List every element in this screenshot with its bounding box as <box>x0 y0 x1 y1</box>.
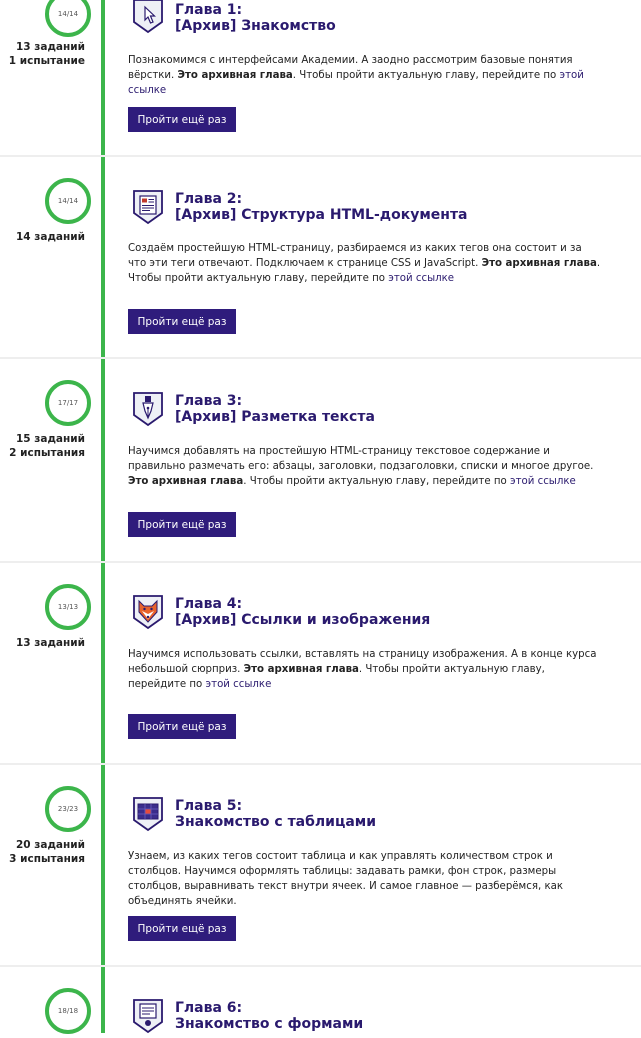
progress-circle: 14/14 <box>45 178 91 224</box>
chapter-number: Глава 3: <box>175 393 243 409</box>
chapter-divider <box>0 763 641 765</box>
archive-notice: Это архивная глава <box>128 476 244 487</box>
chapter-number: Глава 6: <box>175 1000 243 1016</box>
retry-button[interactable]: Пройти ещё раз <box>128 916 236 941</box>
progress-label: 14/14 <box>57 197 79 205</box>
chapter-name: Знакомство с таблицами <box>175 814 377 830</box>
chapter-title: Глава 1: [Архив] Знакомство <box>175 2 615 34</box>
progress-circle: 14/14 <box>45 0 91 37</box>
chapter-title: Глава 2: [Архив] Структура HTML-документ… <box>175 191 615 223</box>
archive-notice: Это архивная глава <box>481 258 597 269</box>
tests-label: 3 испытания <box>9 853 85 865</box>
chapter-number: Глава 4: <box>175 596 243 612</box>
description-text: Научимся добавлять на простейшую HTML-ст… <box>128 446 594 472</box>
archive-text: . Чтобы пройти актуальную главу, перейди… <box>292 70 557 81</box>
task-count: 15 заданий 2 испытания <box>0 432 85 460</box>
chapter-divider <box>0 965 641 967</box>
tests-label: 2 испытания <box>9 447 85 459</box>
tasks-label: 13 заданий <box>16 41 85 53</box>
chapter-description: Научимся использовать ссылки, вставлять … <box>128 647 603 692</box>
chapter-name: Знакомство с формами <box>175 1016 364 1032</box>
form-icon <box>132 998 164 1034</box>
tasks-label: 20 заданий <box>16 839 85 851</box>
task-count: 20 заданий 3 испытания <box>0 838 85 866</box>
chapter-name: [Архив] Ссылки и изображения <box>175 612 431 628</box>
pen-nib-icon <box>132 391 164 427</box>
cursor-hand-icon <box>132 0 164 34</box>
tasks-label: 15 заданий <box>16 433 85 445</box>
chapter-title: Глава 6: Знакомство с формами <box>175 1000 615 1032</box>
document-icon <box>132 189 164 225</box>
chapter-description: Создаём простейшую HTML-страницу, разбир… <box>128 241 603 286</box>
task-count: 13 заданий <box>0 636 85 650</box>
task-count: 13 заданий 1 испытание <box>0 40 85 68</box>
chapter-name: [Архив] Структура HTML-документа <box>175 207 468 223</box>
chapter-number: Глава 2: <box>175 191 243 207</box>
chapter-divider <box>0 155 641 157</box>
progress-label: 18/18 <box>57 1007 79 1015</box>
archive-notice: Это архивная глава <box>243 664 359 675</box>
archive-notice: Это архивная глава <box>177 70 293 81</box>
progress-label: 23/23 <box>57 805 79 813</box>
chapter-divider <box>0 357 641 359</box>
chapter-divider <box>0 561 641 563</box>
chapter-title: Глава 4: [Архив] Ссылки и изображения <box>175 596 615 628</box>
chapter-title: Глава 5: Знакомство с таблицами <box>175 798 615 830</box>
progress-circle: 17/17 <box>45 380 91 426</box>
tasks-label: 13 заданий <box>16 637 85 649</box>
task-count: 14 заданий <box>0 230 85 244</box>
chapter-number: Глава 1: <box>175 2 243 18</box>
progress-circle: 18/18 <box>45 988 91 1034</box>
chapter-description: Узнаем, из каких тегов состоит таблица и… <box>128 849 603 909</box>
fox-icon <box>132 594 164 630</box>
progress-circle: 13/13 <box>45 584 91 630</box>
current-chapter-link[interactable]: этой ссылке <box>206 679 272 690</box>
table-icon <box>132 796 164 832</box>
tests-label: 1 испытание <box>8 55 85 67</box>
chapter-number: Глава 5: <box>175 798 243 814</box>
chapter-description: Научимся добавлять на простейшую HTML-ст… <box>128 444 603 489</box>
retry-button[interactable]: Пройти ещё раз <box>128 107 236 132</box>
progress-label: 13/13 <box>57 603 79 611</box>
retry-button[interactable]: Пройти ещё раз <box>128 714 236 739</box>
retry-button[interactable]: Пройти ещё раз <box>128 309 236 334</box>
progress-label: 17/17 <box>57 399 79 407</box>
chapter-name: [Архив] Разметка текста <box>175 409 375 425</box>
tasks-label: 14 заданий <box>16 231 85 243</box>
chapter-description: Познакомимся с интерфейсами Академии. А … <box>128 53 603 98</box>
chapter-name: [Архив] Знакомство <box>175 18 336 34</box>
retry-button[interactable]: Пройти ещё раз <box>128 512 236 537</box>
archive-text: . Чтобы пройти актуальную главу, перейди… <box>243 476 507 487</box>
chapter-title: Глава 3: [Архив] Разметка текста <box>175 393 615 425</box>
current-chapter-link[interactable]: этой ссылке <box>510 476 576 487</box>
progress-circle: 23/23 <box>45 786 91 832</box>
description-text: Узнаем, из каких тегов состоит таблица и… <box>128 851 563 907</box>
progress-label: 14/14 <box>57 10 79 18</box>
current-chapter-link[interactable]: этой ссылке <box>388 273 454 284</box>
